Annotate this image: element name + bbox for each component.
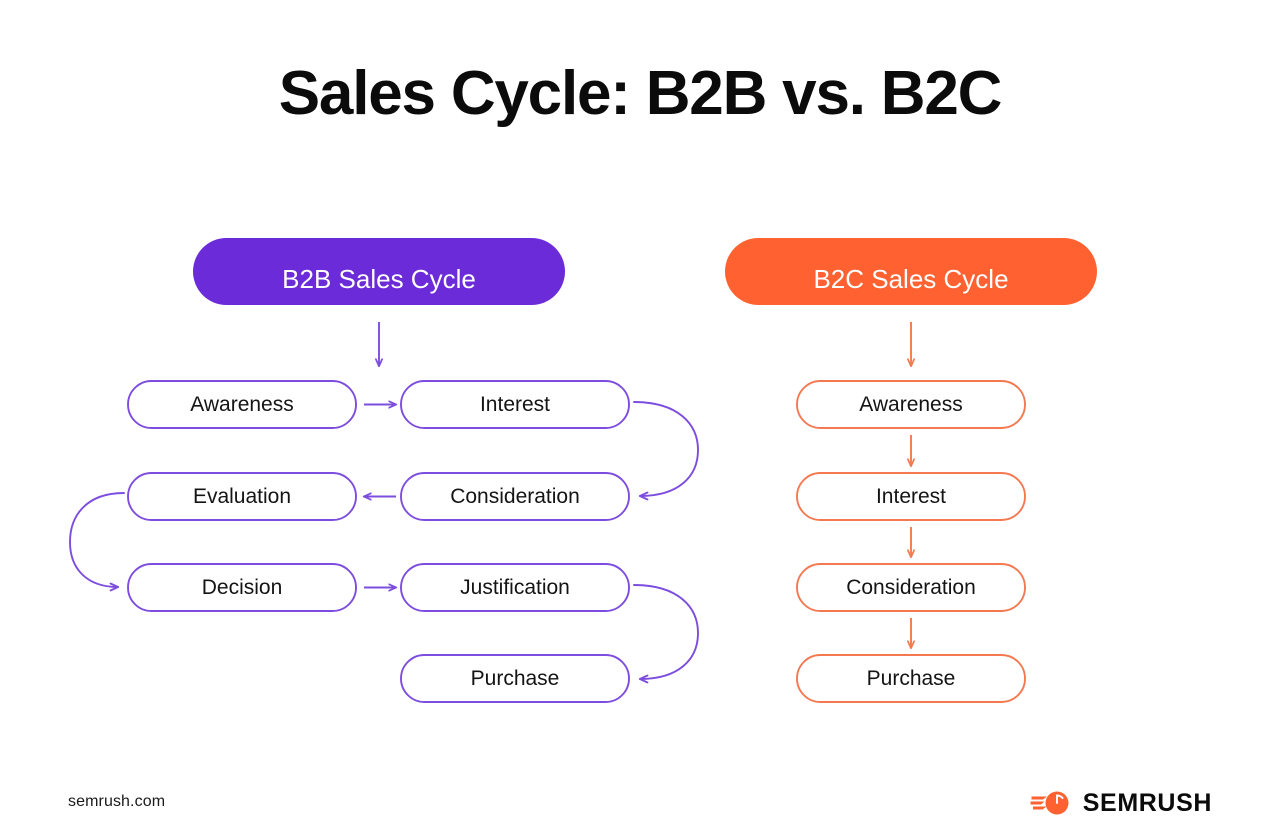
b2c-node-label: Awareness: [859, 393, 963, 416]
b2b-node-evaluation[interactable]: Evaluation: [127, 472, 357, 521]
b2b-node-label: Purchase: [471, 667, 560, 690]
semrush-logo-text: SEMRUSH: [1082, 788, 1212, 817]
b2c-header-label: B2C Sales Cycle: [813, 264, 1008, 294]
b2b-curve-justification-purchase: [633, 584, 699, 684]
sales-cycle-diagram: B2B Sales Cycle Awareness Interest Evalu…: [69, 238, 1097, 703]
footer-url: semrush.com: [68, 793, 166, 810]
infographic-page: Sales Cycle: B2B vs. B2C B2B Sales Cycle: [0, 0, 1280, 840]
b2b-node-label: Decision: [202, 576, 283, 599]
semrush-comet-icon: [1030, 791, 1069, 815]
b2b-node-decision[interactable]: Decision: [127, 563, 357, 612]
b2b-node-label: Justification: [460, 576, 570, 599]
b2b-node-label: Interest: [480, 393, 550, 416]
b2b-node-interest[interactable]: Interest: [400, 380, 630, 429]
b2b-node-label: Awareness: [190, 393, 294, 416]
b2c-node-interest[interactable]: Interest: [796, 472, 1026, 521]
b2c-node-purchase[interactable]: Purchase: [796, 654, 1026, 703]
b2b-curve-evaluation-decision: [69, 492, 125, 592]
b2b-node-justification[interactable]: Justification: [400, 563, 630, 612]
b2c-node-label: Interest: [876, 485, 946, 508]
b2c-node-label: Consideration: [846, 576, 976, 599]
b2c-node-consideration[interactable]: Consideration: [796, 563, 1026, 612]
b2c-node-label: Purchase: [867, 667, 956, 690]
b2b-header-pill[interactable]: B2B Sales Cycle: [193, 238, 565, 305]
b2b-header-label: B2B Sales Cycle: [282, 264, 476, 294]
b2c-column: B2C Sales Cycle Awareness Interest Consi…: [725, 238, 1097, 703]
b2c-header-pill[interactable]: B2C Sales Cycle: [725, 238, 1097, 305]
b2b-node-purchase[interactable]: Purchase: [400, 654, 630, 703]
b2b-node-consideration[interactable]: Consideration: [400, 472, 630, 521]
b2b-node-label: Evaluation: [193, 485, 291, 508]
b2b-curve-interest-consideration: [633, 401, 699, 501]
b2b-node-awareness[interactable]: Awareness: [127, 380, 357, 429]
b2b-column: B2B Sales Cycle Awareness Interest Evalu…: [69, 238, 699, 703]
b2c-node-awareness[interactable]: Awareness: [796, 380, 1026, 429]
b2b-node-label: Consideration: [450, 485, 580, 508]
semrush-logo: SEMRUSH: [1030, 788, 1212, 818]
